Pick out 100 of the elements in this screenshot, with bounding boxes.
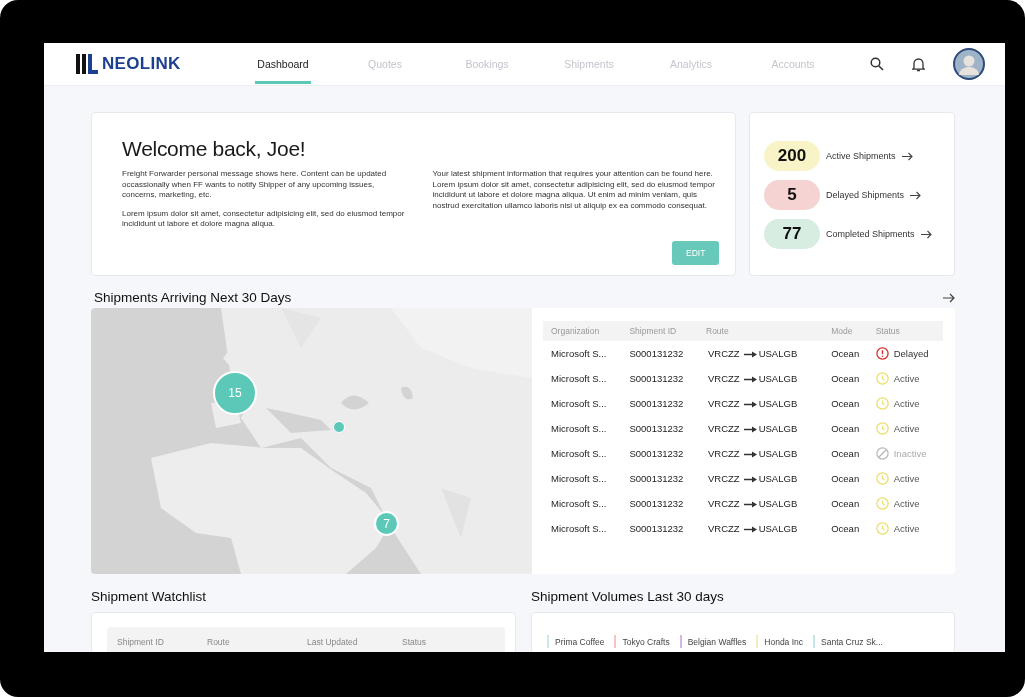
table-cell: VRCZZ	[708, 373, 740, 384]
table-cell: Microsoft S...	[551, 348, 607, 359]
table-cell: USALGB	[758, 448, 798, 459]
table-cell: Ocean	[831, 523, 860, 534]
arrow-right-icon	[743, 451, 757, 458]
column-header: Route	[207, 637, 231, 647]
status-text: Delayed	[893, 348, 929, 359]
table-cell: USALGB	[758, 523, 798, 534]
status-text: Active	[893, 373, 920, 384]
table-cell: Ocean	[831, 423, 860, 434]
clock-icon	[875, 497, 889, 510]
table-cell: Ocean	[831, 473, 860, 484]
welcome-message: Freight Forwarder personal message shows here. Content can be updated occassionally when FF wants to notify Shipper of any upcoming issues, concerns, marketing, etc.	[122, 169, 388, 201]
column-header: Organization	[543, 321, 622, 341]
table-cell: Microsoft S...	[551, 498, 607, 509]
table-cell: USALGB	[758, 398, 798, 409]
table-cell: VRCZZ	[708, 473, 740, 484]
count-pill: 5	[764, 180, 820, 210]
table-cell: S000131232	[629, 398, 684, 409]
status-text: Active	[893, 398, 920, 409]
table-cell: VRCZZ	[708, 398, 740, 409]
clock-icon	[875, 422, 889, 435]
section-title: Shipment Volumes Last 30 days	[531, 589, 725, 604]
status-text: Active	[893, 498, 920, 509]
table-cell: S000131232	[629, 448, 684, 459]
clock-icon	[875, 372, 889, 385]
legend-label: Tokyo Crafts	[622, 636, 670, 647]
count-pill: 77	[764, 219, 820, 249]
table-cell: S000131232	[629, 523, 684, 534]
arrow-right-icon[interactable]	[920, 229, 932, 239]
section-title: Shipment Watchlist	[91, 589, 208, 604]
table-cell: Microsoft S...	[551, 448, 607, 459]
table-cell: VRCZZ	[708, 448, 740, 459]
status-text: Active	[893, 523, 920, 534]
table-cell: USALGB	[758, 373, 798, 384]
section-title: Shipments Arriving Next 30 Days	[94, 290, 292, 305]
table-cell: USALGB	[758, 473, 798, 484]
column-header: Status	[867, 321, 943, 341]
column-header: Mode	[823, 321, 868, 341]
table-cell: Ocean	[831, 348, 860, 359]
nav-tab[interactable]: Dashboard	[255, 44, 311, 84]
table-cell: VRCZZ	[708, 498, 740, 509]
clock-icon	[875, 397, 889, 410]
table-cell: USALGB	[758, 423, 798, 434]
clock-icon	[875, 472, 889, 485]
arrow-right-icon[interactable]	[901, 151, 913, 161]
nav-tab[interactable]: Bookings	[436, 44, 538, 84]
arrow-right-icon	[743, 426, 757, 433]
nav-tab[interactable]: Quotes	[334, 44, 436, 84]
table-cell: USALGB	[758, 498, 798, 509]
welcome-message: Your latest shipment information that requires your attention can be found here. Lorem ipsum dolor sit amet, consectetur adipisicing elit, sed do eiusmod tempor incididunt ut labore et dolore magna aliqua. Ut enim ad minim veniam, quis nostrud exercitation ullamco laboris nisi ut aliquip ex ea commodo consequat.	[432, 169, 716, 211]
blocked-icon	[875, 447, 889, 460]
stat-link[interactable]: Delayed Shipments	[826, 190, 905, 200]
avatar-icon[interactable]	[953, 48, 985, 80]
status-text: Active	[893, 473, 920, 484]
welcome-title: Welcome back, Joe!	[122, 137, 307, 161]
column-header: Last Updated	[307, 637, 359, 647]
table-cell: S000131232	[629, 498, 684, 509]
table-cell: Microsoft S...	[551, 423, 607, 434]
table-cell: Microsoft S...	[551, 523, 607, 534]
alert-icon	[875, 347, 889, 360]
table-cell: Microsoft S...	[551, 373, 607, 384]
column-header: Shipment ID	[117, 637, 165, 647]
table-cell: Microsoft S...	[551, 473, 607, 484]
nav-tab[interactable]: Shipments	[538, 44, 640, 84]
table-cell: S000131232	[629, 373, 684, 384]
stat-link[interactable]: Completed Shipments	[826, 229, 915, 239]
arrow-right-icon	[743, 351, 757, 358]
legend-label: Prima Coffee	[555, 636, 605, 647]
edit-button[interactable]: EDIT	[672, 241, 719, 265]
nav-tab[interactable]: Accounts	[742, 44, 844, 84]
table-cell: S000131232	[629, 473, 684, 484]
table-cell: Ocean	[831, 498, 860, 509]
column-header: Shipment ID	[621, 321, 698, 341]
table-cell: VRCZZ	[708, 423, 740, 434]
table-cell: S000131232	[629, 423, 684, 434]
column-header: Route	[698, 321, 824, 341]
arrow-right-icon	[743, 401, 757, 408]
table-cell: Ocean	[831, 373, 860, 384]
count-pill: 200	[764, 141, 820, 171]
search-icon[interactable]	[870, 57, 884, 71]
clock-icon	[875, 522, 889, 535]
arrow-right-icon	[743, 476, 757, 483]
status-text: Active	[893, 423, 920, 434]
stat-link[interactable]: Active Shipments	[826, 151, 896, 161]
nav-tab[interactable]: Analytics	[640, 44, 742, 84]
legend-label: Honda Inc	[764, 636, 804, 647]
arrow-right-icon[interactable]	[910, 190, 922, 200]
table-cell: VRCZZ	[708, 523, 740, 534]
welcome-message: Lorem ipsum dolor sit amet, consectetur adipisicing elit, sed do eiusmod tempor incididunt ut labore et dolore magna aliqua.	[122, 208, 406, 230]
bell-icon[interactable]	[912, 56, 925, 72]
legend-label: Belgian Waffles	[687, 636, 747, 647]
logo-text: NEOLINK	[102, 54, 181, 74]
arrow-right-icon[interactable]	[943, 292, 955, 303]
table-cell: Ocean	[831, 448, 860, 459]
table-cell: S000131232	[629, 348, 684, 359]
legend-label: Santa Cruz Sk...	[821, 636, 883, 647]
table-cell: Ocean	[831, 398, 860, 409]
table-cell: VRCZZ	[708, 348, 740, 359]
column-header: Status	[402, 637, 427, 647]
